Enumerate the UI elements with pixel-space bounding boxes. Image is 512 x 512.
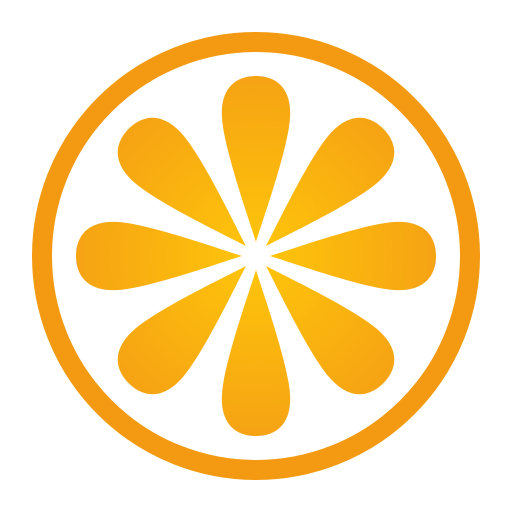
orange-segment bbox=[221, 76, 291, 242]
orange-segment bbox=[270, 221, 436, 291]
orange-segment bbox=[221, 270, 291, 436]
orange-slice-icon bbox=[32, 32, 480, 480]
orange-segment bbox=[76, 221, 242, 291]
app-icon bbox=[0, 0, 512, 512]
orange-segments bbox=[76, 76, 436, 436]
